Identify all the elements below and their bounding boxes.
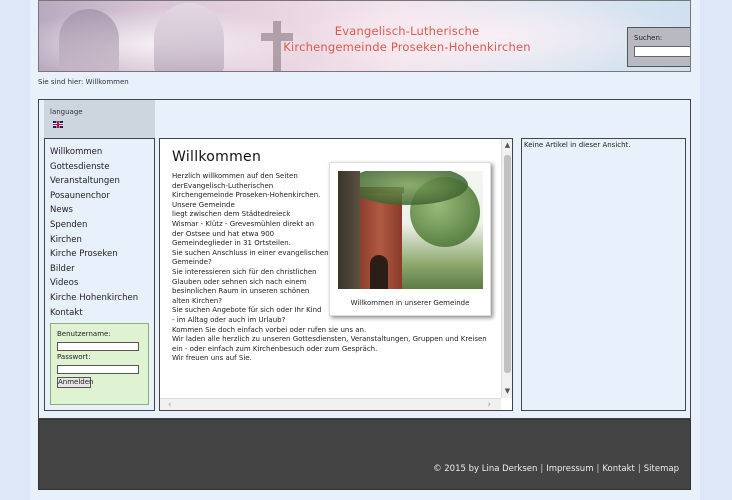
text-line: - im Alltag oder auch im Urlaub? (172, 315, 286, 324)
scroll-thumb[interactable] (504, 155, 511, 373)
text-line: Kommen Sie doch einfach vorbei oder rufe… (172, 325, 367, 334)
login-box: Benutzername: Passwort: Anmelden (50, 323, 149, 405)
site-title-line2: Kirchengemeinde Proseken-Hohenkirchen (283, 40, 531, 54)
content-viewport: Willkommen Herzlich willkommen auf den S… (160, 139, 501, 398)
search-box: Suchen: 🔍 (627, 27, 690, 67)
vertical-scrollbar[interactable]: ▲ ▼ (501, 139, 512, 398)
site-title-line1: Evangelisch-Lutherische (334, 24, 480, 38)
horizontal-scrollbar[interactable]: ‹ › (160, 398, 501, 410)
footer-link-kontakt[interactable]: Kontakt (602, 464, 635, 474)
nav-item-news[interactable]: News (50, 203, 138, 218)
nav-item-veranstaltungen[interactable]: Veranstaltungen (50, 174, 138, 189)
text-line: Wir freuen uns auf Sie. (172, 354, 252, 363)
nav-item-willkommen[interactable]: Willkommen (50, 145, 138, 160)
nav-item-bilder[interactable]: Bilder (50, 262, 138, 277)
language-label: language (50, 108, 83, 116)
header-banner: Evangelisch-Lutherische Kirchengemeinde … (38, 0, 691, 72)
username-field[interactable] (57, 342, 139, 351)
right-column: Keine Artikel in dieser Ansicht. (521, 138, 686, 411)
password-label: Passwort: (57, 353, 91, 361)
scroll-right-icon[interactable]: › (487, 399, 491, 411)
search-label: Suchen: (634, 34, 663, 42)
church-photo (338, 171, 483, 289)
church-door (370, 255, 388, 289)
language-box: language (44, 100, 155, 139)
no-articles-text: Keine Artikel in dieser Ansicht. (524, 141, 631, 149)
username-label: Benutzername: (57, 330, 111, 338)
copyright-text: © 2015 by Lina Derksen (433, 464, 538, 474)
search-input[interactable] (634, 46, 690, 57)
site-title: Evangelisch-Lutherische Kirchengemeinde … (257, 23, 557, 55)
nav-item-kirchen[interactable]: Kirchen (50, 233, 138, 248)
nav-item-posaunenchor[interactable]: Posaunenchor (50, 189, 138, 204)
content-panel: Willkommen Herzlich willkommen auf den S… (159, 138, 513, 411)
text-line: ein - oder einfach zum Kirchenbesuch ode… (172, 344, 378, 353)
page-title: Willkommen (172, 149, 262, 165)
text-line: Wir laden alle herzlich zu unseren Gotte… (172, 335, 487, 344)
nav-item-videos[interactable]: Videos (50, 276, 138, 291)
footer: © 2015 by Lina Derksen | Impressum | Kontakt… (38, 419, 691, 490)
uk-flag-icon[interactable] (53, 121, 63, 128)
nav-item-kontakt[interactable]: Kontakt (50, 306, 138, 321)
nav-item-kirche-hohenkirchen[interactable]: Kirche Hohenkirchen (50, 291, 138, 306)
nav-item-spenden[interactable]: Spenden (50, 218, 138, 233)
nav-item-kirche-proseken[interactable]: Kirche Proseken (50, 247, 138, 262)
photo-caption: Willkommen in unserer Gemeinde (350, 299, 470, 307)
church-photo-frame: Willkommen in unserer Gemeinde (329, 162, 491, 316)
banner-figure (59, 9, 119, 71)
sidebar-nav: Willkommen Gottesdienste Veranstaltungen… (50, 145, 138, 320)
banner-angel (154, 3, 224, 71)
login-button[interactable]: Anmelden (57, 377, 93, 388)
breadcrumb: Sie sind hier: Willkommen (38, 78, 129, 86)
footer-link-sitemap[interactable]: Sitemap (644, 464, 679, 474)
footer-links: © 2015 by Lina Derksen | Impressum | Kontakt… (433, 464, 679, 474)
password-field[interactable] (57, 365, 139, 374)
gate (338, 171, 360, 289)
footer-link-impressum[interactable]: Impressum (546, 464, 593, 474)
scroll-left-icon[interactable]: ‹ (168, 399, 172, 411)
nav-item-gottesdienste[interactable]: Gottesdienste (50, 160, 138, 175)
scroll-up-icon[interactable]: ▲ (503, 141, 512, 150)
scroll-down-icon[interactable]: ▼ (503, 387, 512, 396)
